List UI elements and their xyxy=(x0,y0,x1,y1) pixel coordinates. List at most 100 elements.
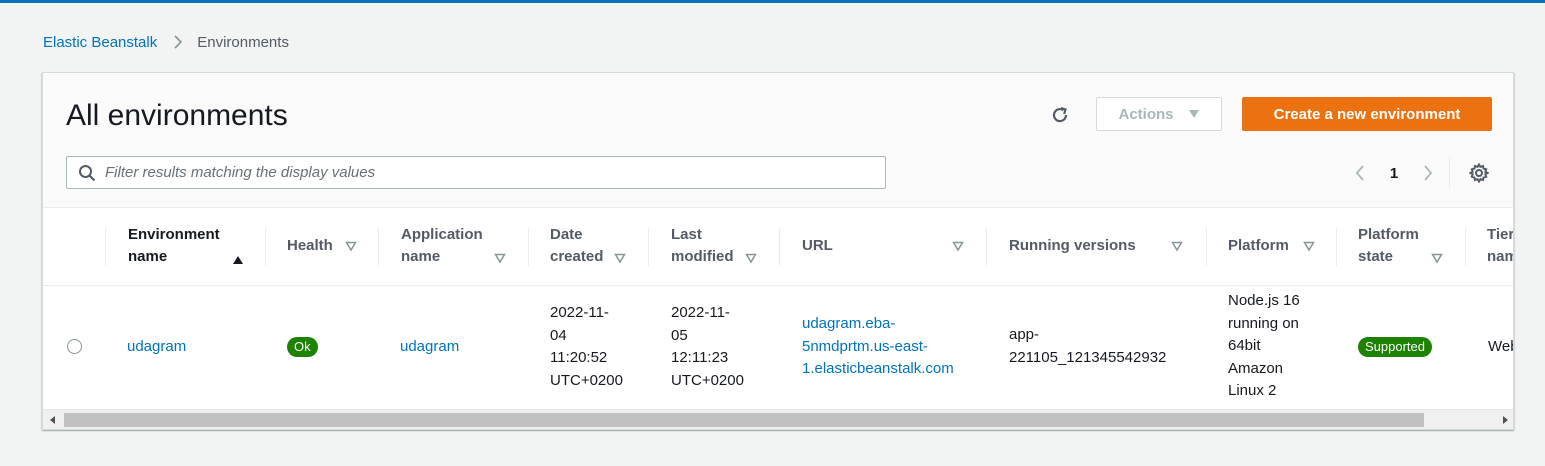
horizontal-scrollbar[interactable] xyxy=(43,409,1513,429)
environment-name-link[interactable]: udagram xyxy=(127,336,186,359)
last-modified-line: 2022-11- xyxy=(671,304,730,321)
column-header-tier-name[interactable]: Tier name xyxy=(1465,208,1513,286)
column-label: created xyxy=(550,248,604,265)
chevron-right-icon xyxy=(173,35,183,49)
column-header-running-versions[interactable]: Running versions xyxy=(986,208,1206,286)
caret-down-icon xyxy=(1188,110,1199,118)
refresh-button[interactable] xyxy=(1047,102,1073,128)
column-divider xyxy=(105,228,106,266)
sort-icon xyxy=(1171,241,1183,252)
date-created-line: 04 xyxy=(550,326,567,344)
preferences-button[interactable] xyxy=(1467,161,1491,185)
column-label: name xyxy=(1487,248,1513,265)
column-header-platform[interactable]: Platform xyxy=(1206,208,1336,286)
platform-line: Amazon xyxy=(1228,359,1284,377)
column-header-url[interactable]: URL xyxy=(779,208,986,286)
column-label: URL xyxy=(802,237,833,254)
url-line: 1.elasticbeanstalk.com xyxy=(802,360,954,377)
create-environment-button[interactable]: Create a new environment xyxy=(1242,97,1492,131)
platform-line: Node.js 16 xyxy=(1228,292,1300,309)
scroll-right-button[interactable] xyxy=(1495,410,1513,429)
column-label: Environment xyxy=(128,226,220,243)
column-divider xyxy=(1206,228,1207,266)
sort-icon xyxy=(952,241,964,252)
triangle-left-icon xyxy=(50,416,55,424)
column-divider xyxy=(265,228,266,266)
breadcrumb-elastic-beanstalk[interactable]: Elastic Beanstalk xyxy=(43,34,157,51)
column-label: Health xyxy=(287,237,333,254)
column-divider xyxy=(528,228,529,266)
column-label: Platform xyxy=(1358,226,1419,243)
tier-name-value: WebServer xyxy=(1488,338,1513,355)
last-modified-line: 05 xyxy=(671,326,688,344)
health-status-badge: Ok xyxy=(287,337,318,357)
column-label: modified xyxy=(671,248,734,265)
platform-value: Node.js 16 running on 64bit Amazon Linux… xyxy=(1228,290,1300,403)
breadcrumb-environments: Environments xyxy=(197,33,289,51)
running-version-value: app- 221105_121345542932 xyxy=(1009,324,1166,369)
gear-icon xyxy=(1469,163,1489,183)
column-label: Application xyxy=(401,226,483,243)
running-version-line: app- xyxy=(1009,326,1040,343)
sort-icon xyxy=(494,253,506,264)
page-number[interactable]: 1 xyxy=(1377,165,1411,182)
column-label: Running versions xyxy=(1009,237,1136,254)
sort-icon xyxy=(614,253,626,264)
platform-line: running on xyxy=(1228,314,1299,332)
column-label: Date xyxy=(550,226,583,243)
column-header-date-created[interactable]: Date created xyxy=(528,208,648,286)
chevron-right-icon xyxy=(1424,165,1433,181)
scrollbar-thumb[interactable] xyxy=(64,413,1424,427)
application-name-link[interactable]: udagram xyxy=(400,336,459,359)
column-label: state xyxy=(1358,248,1394,265)
sort-icon xyxy=(345,241,357,252)
pagination-divider xyxy=(1449,157,1450,189)
column-label: Platform xyxy=(1228,237,1289,254)
column-divider xyxy=(648,228,649,266)
sort-ascending-icon xyxy=(233,256,243,264)
platform-line: 64bit xyxy=(1228,337,1261,354)
date-created-line: UTC+0200 xyxy=(550,371,623,389)
sort-icon xyxy=(1303,241,1315,252)
sort-icon xyxy=(745,253,757,264)
row-select-radio[interactable] xyxy=(67,339,82,354)
column-divider xyxy=(986,228,987,266)
previous-page-button[interactable] xyxy=(1343,161,1377,185)
create-environment-label: Create a new environment xyxy=(1273,105,1461,123)
next-page-button[interactable] xyxy=(1411,161,1445,185)
pagination: 1 xyxy=(1343,161,1445,185)
table-header: Environment name Health Application name xyxy=(43,208,1513,286)
column-divider xyxy=(779,228,780,266)
column-divider xyxy=(1336,228,1337,266)
filter-field[interactable] xyxy=(66,156,886,189)
refresh-icon xyxy=(1052,106,1068,123)
search-icon xyxy=(78,164,96,182)
breadcrumb: Elastic Beanstalk Environments xyxy=(43,32,289,52)
scroll-left-button[interactable] xyxy=(43,410,63,429)
environments-table: Environment name Health Application name xyxy=(43,208,1513,408)
last-modified-line: UTC+0200 xyxy=(671,371,744,389)
triangle-right-icon xyxy=(1503,416,1508,424)
page-title: All environments xyxy=(66,99,288,132)
column-divider xyxy=(378,228,379,266)
column-header-last-modified[interactable]: Last modified xyxy=(648,208,779,286)
filter-input[interactable] xyxy=(105,157,885,188)
chevron-left-icon xyxy=(1355,165,1364,181)
url-line: udagram.eba- xyxy=(802,315,896,332)
column-header-application-name[interactable]: Application name xyxy=(378,208,528,286)
date-created-line: 11:20:52 xyxy=(550,349,608,366)
column-header-environment-name[interactable]: Environment name xyxy=(105,208,265,286)
column-label: name xyxy=(401,248,441,265)
column-label: name xyxy=(128,248,168,265)
environment-url-link[interactable]: udagram.eba- 5nmdprtm.us-east- 1.elastic… xyxy=(802,313,954,381)
date-created-value: 2022-11- 04 11:20:52 UTC+0200 xyxy=(550,302,623,392)
column-header-health[interactable]: Health xyxy=(265,208,378,286)
environments-panel: All environments Actions Create a new en… xyxy=(42,72,1514,430)
actions-button[interactable]: Actions xyxy=(1096,97,1222,131)
date-created-line: 2022-11- xyxy=(550,304,609,321)
column-header-platform-state[interactable]: Platform state xyxy=(1336,208,1465,286)
column-divider xyxy=(1465,228,1466,266)
table-row[interactable]: udagram Ok udagram 2022-11- 04 11:20:52 … xyxy=(43,286,1513,408)
top-accent-bar xyxy=(0,0,1545,3)
panel-header: All environments Actions Create a new en… xyxy=(43,73,1513,208)
